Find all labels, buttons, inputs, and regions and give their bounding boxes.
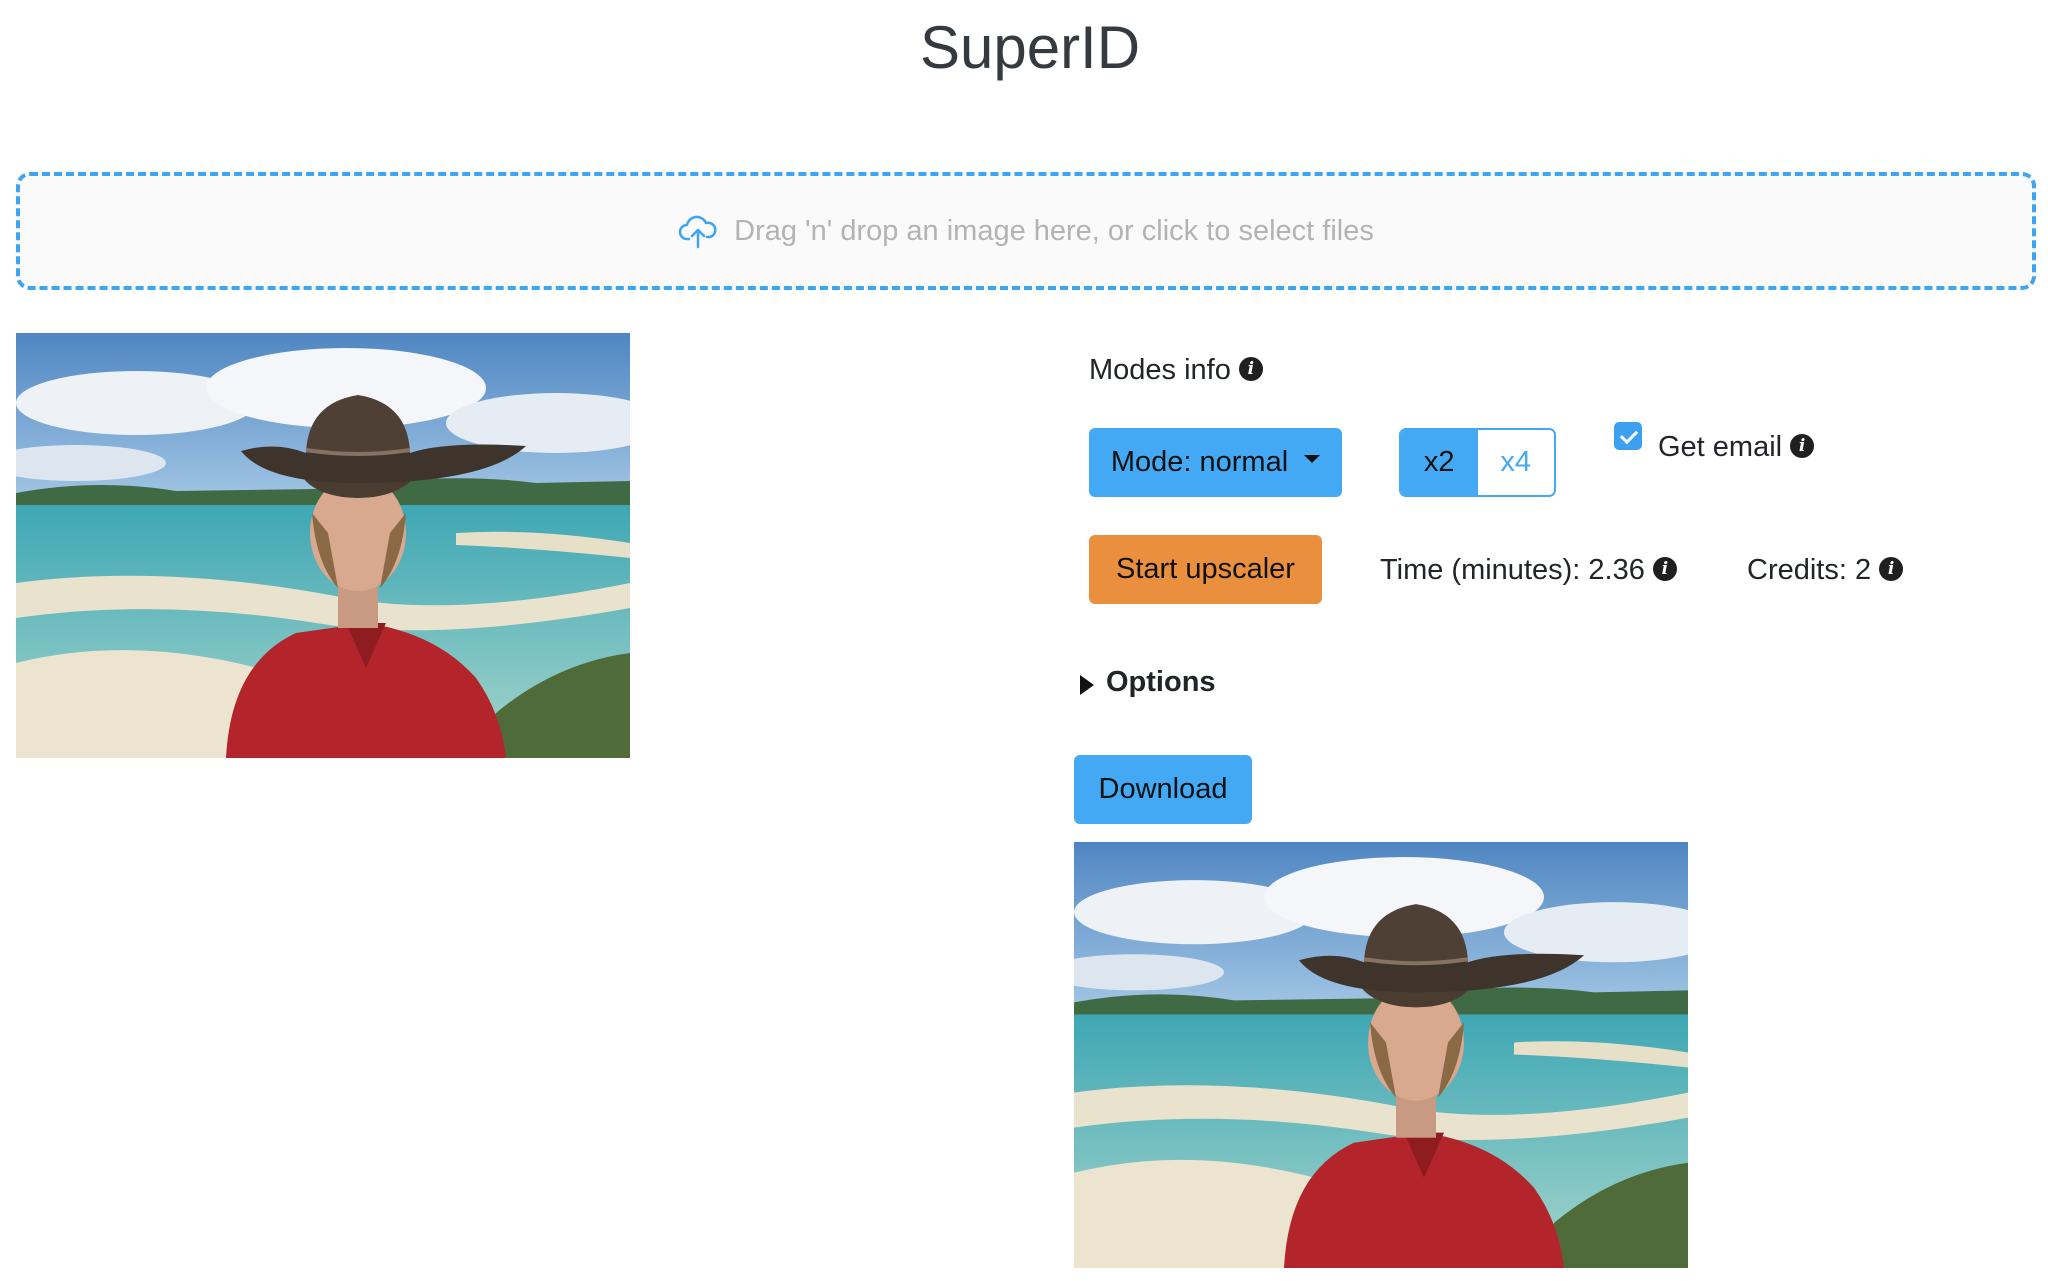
scale-option-x2[interactable]: x2 bbox=[1401, 430, 1478, 495]
cloud-upload-icon bbox=[678, 211, 718, 251]
triangle-right-icon bbox=[1080, 674, 1094, 695]
info-icon[interactable]: i bbox=[1652, 557, 1677, 582]
caret-down-icon bbox=[1304, 454, 1321, 463]
dropzone-text: Drag 'n' drop an image here, or click to… bbox=[734, 214, 1374, 247]
info-icon[interactable]: i bbox=[1238, 357, 1263, 382]
app-title: SuperID bbox=[919, 14, 1141, 81]
modes-info-label: Modes info bbox=[1089, 354, 1231, 386]
info-icon[interactable]: i bbox=[1790, 434, 1815, 459]
scale-toggle-group: x2 x4 bbox=[1399, 428, 1556, 497]
time-label: Time (minutes): 2.36 bbox=[1380, 554, 1645, 586]
credits-count: Credits: 2 i bbox=[1747, 550, 1904, 590]
original-image bbox=[16, 333, 630, 758]
dropzone-content: Drag 'n' drop an image here, or click to… bbox=[678, 211, 1374, 251]
get-email-checkbox-group[interactable]: Get email i bbox=[1614, 421, 1815, 464]
modes-info[interactable]: Modes info i bbox=[1089, 350, 1263, 390]
page: SuperID Drag 'n' drop an image here, or … bbox=[0, 0, 2048, 1281]
download-button[interactable]: Download bbox=[1074, 755, 1252, 824]
options-toggle[interactable]: Options bbox=[1080, 666, 1216, 699]
mode-dropdown-button[interactable]: Mode: normal bbox=[1089, 428, 1342, 497]
info-icon[interactable]: i bbox=[1879, 557, 1904, 582]
credits-label: Credits: 2 bbox=[1747, 554, 1872, 586]
options-label: Options bbox=[1106, 666, 1216, 698]
start-upscaler-button[interactable]: Start upscaler bbox=[1089, 535, 1322, 604]
get-email-label: Get email i bbox=[1658, 431, 1815, 464]
file-dropzone[interactable]: Drag 'n' drop an image here, or click to… bbox=[16, 172, 2036, 290]
mode-button-label: Mode: normal bbox=[1110, 446, 1289, 478]
scale-option-x4[interactable]: x4 bbox=[1477, 430, 1554, 495]
upscaled-image bbox=[1074, 842, 1688, 1268]
get-email-checkbox[interactable] bbox=[1614, 421, 1642, 450]
time-estimate: Time (minutes): 2.36 i bbox=[1380, 550, 1677, 590]
